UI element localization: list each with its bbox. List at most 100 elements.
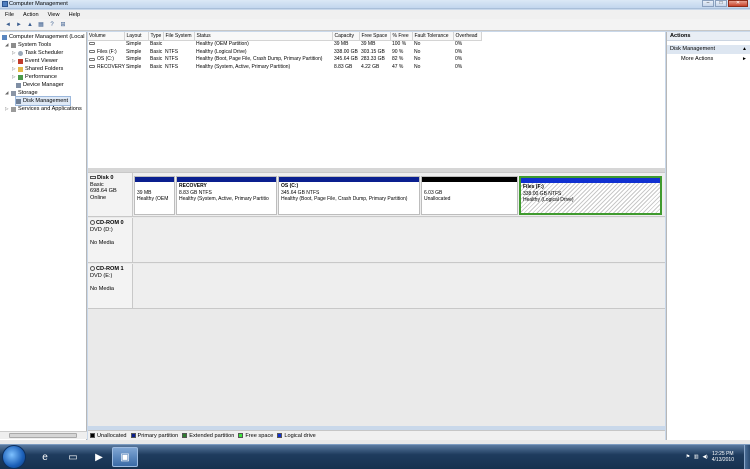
column-header[interactable]: Layout	[124, 32, 150, 41]
show-desktop-button[interactable]	[744, 445, 750, 469]
legend-item: Free space	[238, 433, 273, 439]
tree-item-storage[interactable]: ◢ Storage	[5, 89, 38, 97]
partition-oem[interactable]: 39 MB Healthy (OEM	[134, 176, 175, 215]
partition-status: Healthy (Logical Drive)	[523, 197, 574, 204]
volume-cell: OS (C:)	[88, 56, 125, 64]
expand-icon[interactable]: ▷	[12, 57, 16, 65]
tree-item-performance[interactable]: ▷ Performance	[12, 73, 57, 81]
computer-management-task-icon[interactable]: ▣	[112, 447, 138, 467]
column-header[interactable]: Status	[194, 32, 334, 41]
tree-item-event-viewer[interactable]: ▷ Event Viewer	[12, 57, 58, 65]
cdrom-icon	[90, 220, 95, 226]
media-player-icon[interactable]: ▶	[86, 447, 112, 467]
internet-explorer-icon[interactable]: e	[32, 447, 58, 467]
cdrom-row: CD-ROM 1 DVD (E:) No Media	[88, 264, 665, 309]
legend-item: Extended partition	[182, 433, 234, 439]
clock-icon	[18, 50, 23, 56]
legend: Unallocated Primary partition Extended p…	[88, 430, 665, 440]
tree-item-services[interactable]: ▷ Services and Applications	[5, 105, 82, 113]
window-title: Computer Management	[9, 1, 68, 7]
menu-action[interactable]: Action	[23, 12, 39, 18]
menu-file[interactable]: File	[5, 12, 14, 18]
navigation-tree: Computer Management (Local ◢ System Tool…	[0, 32, 87, 444]
column-header[interactable]: % Free	[390, 32, 414, 41]
network-icon[interactable]: ▥	[694, 455, 699, 460]
more-actions-item[interactable]: More Actions ►	[667, 54, 750, 65]
expand-icon[interactable]: ▷	[12, 65, 16, 73]
expand-icon[interactable]: ▷	[5, 105, 9, 113]
tools-icon	[11, 42, 16, 48]
expand-icon[interactable]: ▷	[12, 49, 16, 57]
table-row[interactable]: RECOVERY Simple Basic NTFS Healthy (Syst…	[88, 63, 482, 71]
partition-files[interactable]: Files (F:) 338.00 GB NTFS Healthy (Logic…	[519, 176, 662, 215]
free-space-cell: 303.15 GB	[360, 48, 385, 55]
collapse-icon[interactable]: ◢	[5, 89, 9, 97]
collapse-icon[interactable]: ◢	[5, 41, 9, 49]
partition-os[interactable]: OS (C:) 345.64 GB NTFS Healthy (Boot, Pa…	[278, 176, 420, 215]
menu-help[interactable]: Help	[69, 12, 81, 18]
collapse-arrow-icon[interactable]: ▲	[742, 45, 747, 54]
menu-view[interactable]: View	[48, 12, 60, 18]
table-row[interactable]: Files (F:) Simple Basic NTFS Healthy (Lo…	[88, 48, 482, 56]
disk-name: CD-ROM 0	[96, 220, 124, 226]
disk-info[interactable]: CD-ROM 0 DVD (D:) No Media	[88, 218, 133, 262]
tree-item-label: Computer Management (Local	[9, 34, 85, 40]
tree-item-label: Services and Applications	[18, 106, 82, 112]
disk-info[interactable]: Disk 0 Basic 698.64 GB Online	[88, 173, 133, 216]
disk-info[interactable]: CD-ROM 1 DVD (E:) No Media	[88, 264, 133, 308]
horizontal-scrollbar[interactable]	[0, 431, 87, 439]
clock[interactable]: 12:25 PM 4/13/2010	[712, 451, 734, 463]
tree-item-label: Storage	[18, 90, 38, 96]
type-cell: Basic	[149, 64, 163, 71]
flag-icon[interactable]: ⚑	[686, 455, 690, 460]
column-header[interactable]: Volume	[88, 32, 126, 41]
maximize-button[interactable]: □	[715, 0, 727, 7]
filesystem-cell: NTFS	[164, 48, 179, 55]
volume-icon[interactable]: ◀)	[702, 455, 707, 460]
volume-cell	[88, 40, 125, 48]
tree-item-device-manager[interactable]: Device Manager	[16, 81, 64, 89]
more-actions-label: More Actions	[681, 56, 714, 62]
scrollbar-thumb[interactable]	[9, 433, 77, 438]
tree-item-root[interactable]: Computer Management (Local	[2, 33, 85, 41]
drive-icon	[89, 57, 95, 61]
up-level-icon[interactable]: ▲	[26, 21, 34, 29]
services-icon	[11, 106, 16, 112]
partition-recovery[interactable]: RECOVERY 8.83 GB NTFS Healthy (System, A…	[176, 176, 277, 215]
table-row[interactable]: Simple Basic Healthy (OEM Partition) 39 …	[88, 40, 482, 48]
column-header[interactable]: Type	[148, 32, 165, 41]
table-row[interactable]: OS (C:) Simple Basic NTFS Healthy (Boot,…	[88, 56, 482, 64]
column-header[interactable]: Capacity	[332, 32, 361, 41]
volume-list: Volume Layout Type File System Status Ca…	[88, 32, 665, 168]
column-header[interactable]: File System	[163, 32, 196, 41]
menu-bar: File Action View Help	[0, 10, 750, 19]
show-hide-tree-icon[interactable]: ▦	[37, 21, 45, 29]
minimize-button[interactable]: –	[702, 0, 714, 7]
tree-item-disk-management[interactable]: Disk Management	[14, 96, 72, 106]
primary-partition-bar	[279, 177, 419, 182]
partition-unallocated[interactable]: 6.03 GB Unallocated	[421, 176, 518, 215]
tree-item-task-scheduler[interactable]: ▷ Task Scheduler	[12, 49, 63, 57]
disk-name: Disk 0	[97, 175, 114, 181]
start-button[interactable]	[2, 445, 26, 469]
help-icon[interactable]: ?	[48, 21, 56, 29]
expand-icon[interactable]: ▷	[12, 73, 16, 81]
forward-icon[interactable]: ►	[15, 21, 23, 29]
column-header[interactable]: Free Space	[359, 32, 392, 41]
back-icon[interactable]: ◄	[4, 21, 12, 29]
properties-icon[interactable]: ⊞	[59, 21, 67, 29]
column-header[interactable]: Overhead	[453, 32, 483, 41]
close-button[interactable]: ✕	[728, 0, 748, 7]
column-header[interactable]: Fault Tolerance	[412, 32, 455, 41]
partition-status: Healthy (System, Active, Primary Partiti…	[179, 196, 269, 203]
tree-item-shared-folders[interactable]: ▷ Shared Folders	[12, 65, 63, 73]
free-space-cell: 39 MB	[360, 41, 376, 48]
submenu-arrow-icon: ►	[742, 56, 747, 62]
layout-cell: Simple	[125, 41, 142, 48]
status-cell: Healthy (Boot, Page File, Crash Dump, Pr…	[195, 56, 323, 63]
status-cell: Healthy (Logical Drive)	[195, 48, 247, 55]
explorer-folder-icon[interactable]: ▭	[60, 447, 86, 467]
actions-section-disk-management[interactable]: Disk Management ▲	[667, 45, 750, 54]
tree-item-system-tools[interactable]: ◢ System Tools	[5, 41, 51, 49]
status-cell: Healthy (System, Active, Primary Partiti…	[195, 64, 291, 71]
